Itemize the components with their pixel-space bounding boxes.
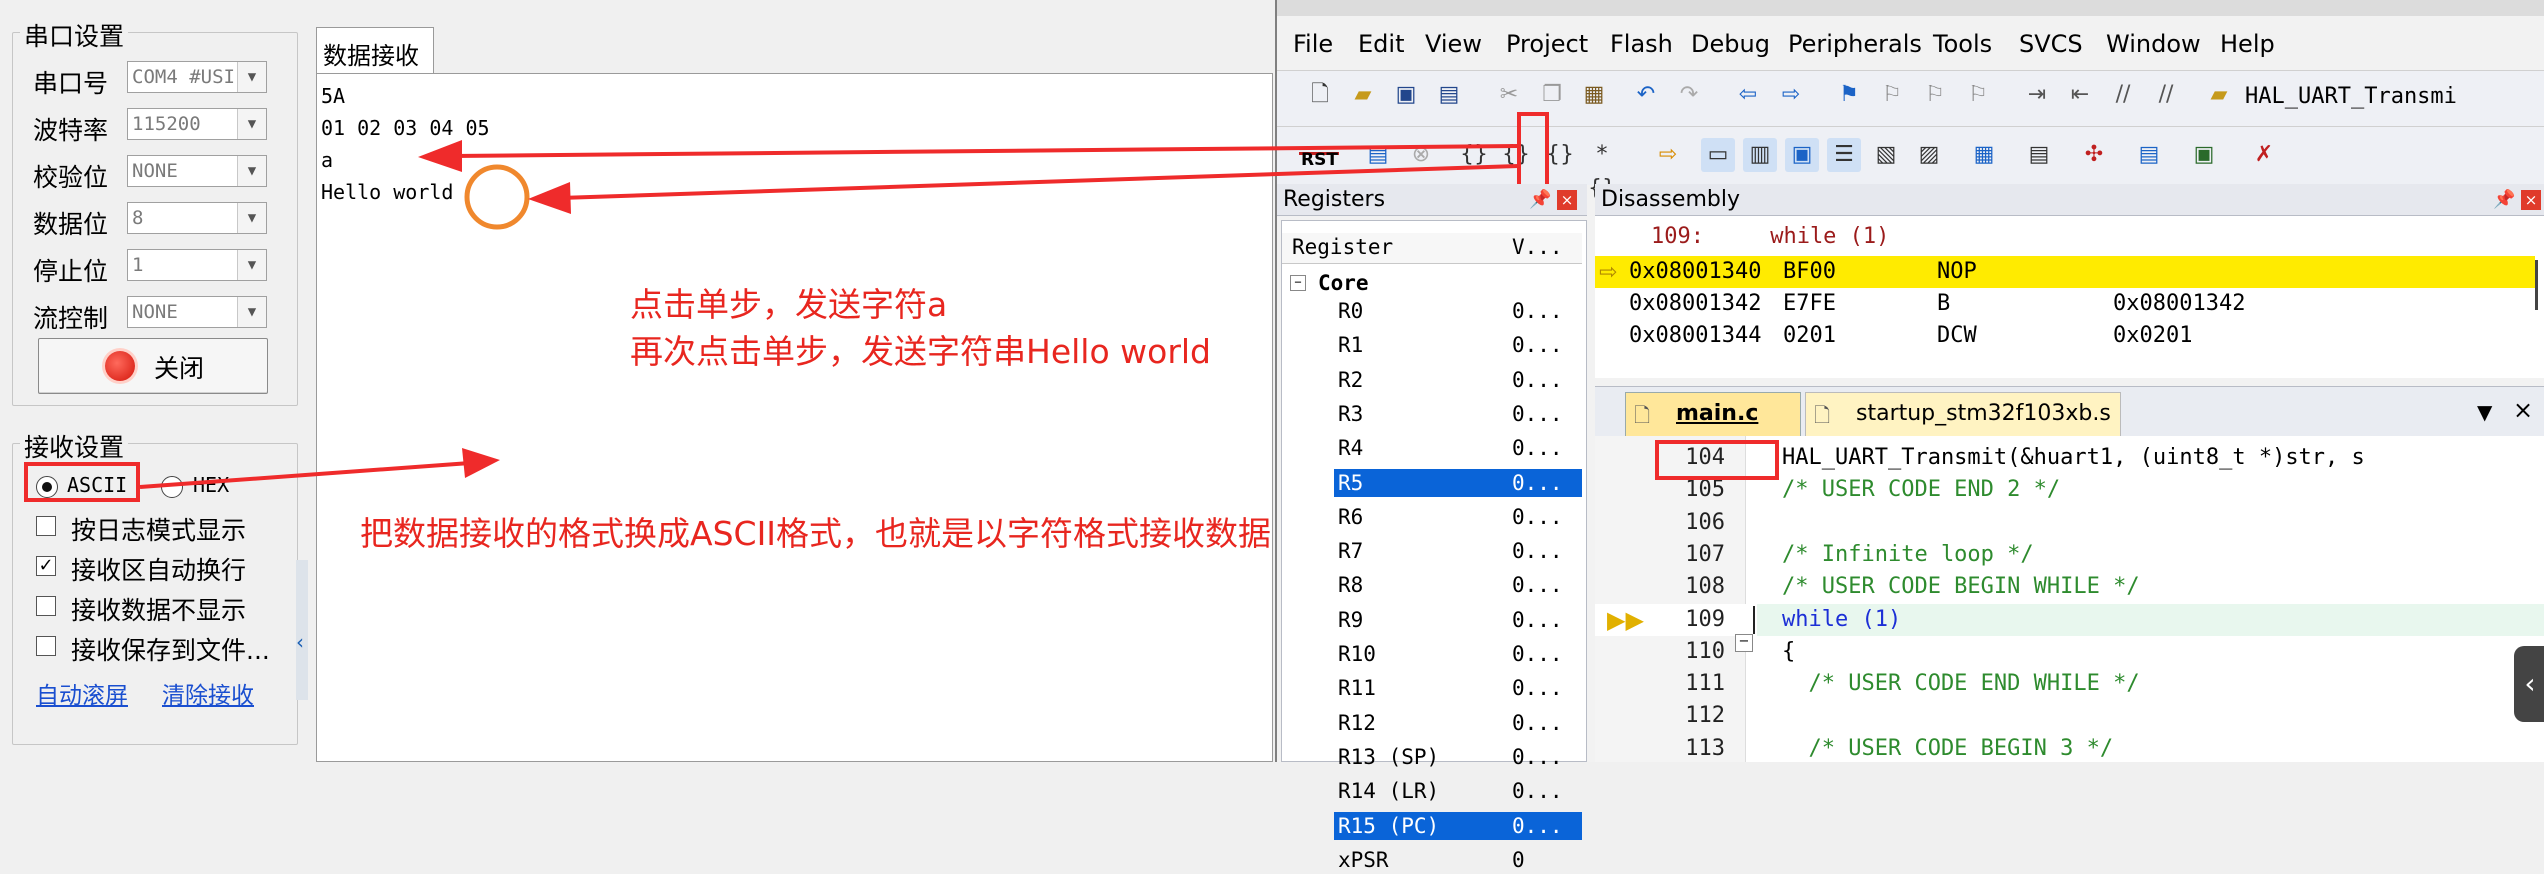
register-value: 0... <box>1512 779 1563 804</box>
hello-world-circle <box>464 164 530 230</box>
arrow-to-format <box>139 461 471 489</box>
register-row[interactable]: xPSR 0 <box>1282 846 1582 874</box>
arrowhead-hello <box>528 182 571 214</box>
register-name: R15 (PC) <box>1334 811 1470 840</box>
register-name: xPSR <box>1338 847 1389 872</box>
register-row[interactable]: R14 (LR) 0... <box>1282 777 1582 805</box>
arrow-to-a <box>451 144 1519 158</box>
register-value: 0 <box>1512 847 1525 872</box>
register-value: 0... <box>1462 811 1582 840</box>
arrowhead-format <box>462 448 500 478</box>
arrowhead-a <box>418 140 462 172</box>
register-row[interactable]: R15 (PC) 0... <box>1282 811 1582 840</box>
register-name: R14 (LR) <box>1338 779 1440 804</box>
arrow-to-hello <box>559 164 1519 200</box>
annotation-overlay <box>139 140 1519 489</box>
